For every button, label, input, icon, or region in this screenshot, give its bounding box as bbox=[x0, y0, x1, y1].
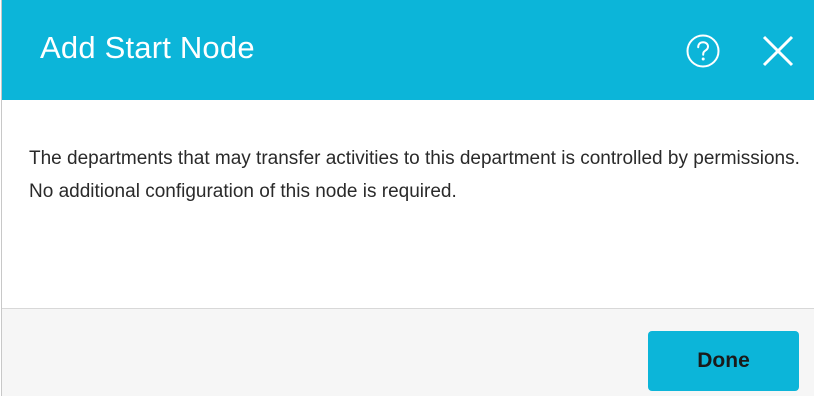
help-icon[interactable] bbox=[685, 33, 721, 69]
dialog-footer: Done bbox=[2, 308, 814, 396]
dialog-body: The departments that may transfer activi… bbox=[2, 100, 814, 308]
dialog-title: Add Start Node bbox=[40, 30, 255, 65]
done-button[interactable]: Done bbox=[648, 331, 799, 391]
dialog-header: Add Start Node bbox=[2, 0, 814, 100]
close-icon[interactable] bbox=[760, 33, 796, 69]
close-x-icon bbox=[762, 35, 794, 67]
add-start-node-dialog: Add Start Node The departments that may … bbox=[1, 0, 814, 396]
dialog-message: The departments that may transfer activi… bbox=[29, 148, 800, 202]
help-circle-icon bbox=[686, 34, 720, 68]
